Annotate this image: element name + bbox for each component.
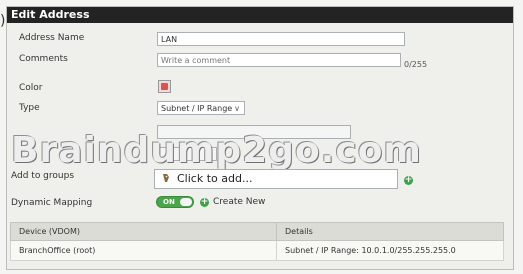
comments-label: Comments — [19, 54, 68, 64]
color-swatch-icon — [161, 83, 168, 90]
column-header-device[interactable]: Device (VDOM) — [10, 222, 277, 241]
create-new-plus-icon[interactable]: + — [200, 198, 209, 207]
comments-char-counter: 0/255 — [404, 60, 428, 69]
chevron-down-icon: ∨ — [234, 104, 240, 113]
dialog-title: Edit Address — [7, 7, 513, 23]
color-swatch-button[interactable] — [158, 80, 171, 93]
toggle-on-label: ON — [163, 198, 175, 206]
table-cell-device: BranchOffice (root) — [10, 240, 277, 261]
comments-textarea[interactable]: Write a comment — [157, 53, 401, 67]
table-row[interactable]: BranchOffice (root) Subnet / IP Range: 1… — [10, 240, 504, 261]
column-header-details[interactable]: Details — [276, 222, 504, 241]
table-header-row: Device (VDOM) Details — [10, 222, 504, 241]
create-new-link[interactable]: Create New — [213, 197, 265, 207]
add-group-icon[interactable]: + — [404, 176, 413, 185]
type-select-value: Subnet / IP Range — [161, 104, 233, 113]
add-to-groups-value: Click to add... — [177, 172, 253, 185]
dynamic-mapping-toggle[interactable]: ON — [156, 196, 194, 208]
add-to-groups-label: Add to groups — [11, 171, 75, 181]
add-to-groups-field[interactable]: Click to add... — [154, 169, 398, 189]
tag-icon — [163, 174, 169, 182]
dynamic-mapping-table: Device (VDOM) Details BranchOffice (root… — [10, 222, 504, 261]
table-cell-details: Subnet / IP Range: 10.0.1.0/255.255.255.… — [276, 240, 504, 261]
watermark-text: Braindump2go.com — [11, 130, 422, 171]
dynamic-mapping-label: Dynamic Mapping — [11, 198, 93, 208]
type-label: Type — [19, 103, 40, 113]
edit-address-dialog: Edit Address Address Name LAN Comments W… — [6, 6, 514, 270]
type-select[interactable]: Subnet / IP Range ∨ — [157, 101, 245, 115]
address-name-input[interactable]: LAN — [157, 32, 405, 46]
color-label: Color — [19, 83, 43, 93]
address-name-label: Address Name — [19, 33, 85, 43]
toggle-knob — [180, 198, 192, 206]
